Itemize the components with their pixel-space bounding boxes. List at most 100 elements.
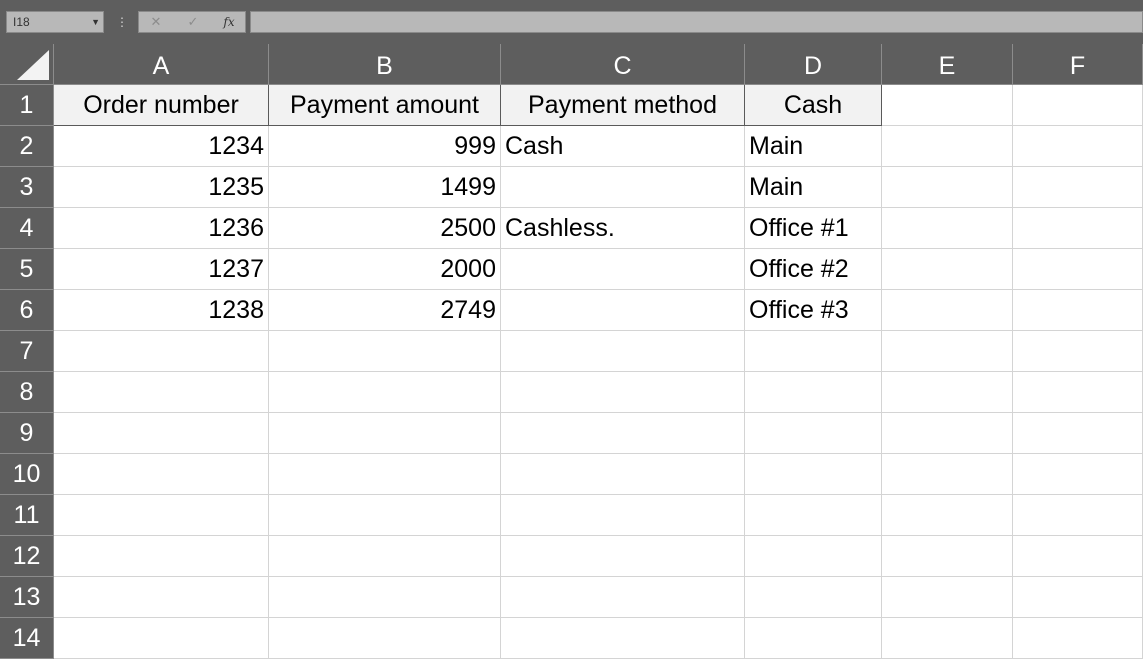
cell-e1[interactable] — [882, 85, 1013, 126]
cell-a12[interactable] — [54, 536, 269, 577]
cell-b12[interactable] — [269, 536, 501, 577]
cell-b8[interactable] — [269, 372, 501, 413]
row-header-7[interactable]: 7 — [0, 331, 54, 372]
cell-e7[interactable] — [882, 331, 1013, 372]
column-header-d[interactable]: D — [745, 44, 882, 85]
cell-b4[interactable]: 2500 — [269, 208, 501, 249]
cell-d10[interactable] — [745, 454, 882, 495]
cell-b7[interactable] — [269, 331, 501, 372]
row-header-9[interactable]: 9 — [0, 413, 54, 454]
cell-d5[interactable]: Office #2 — [745, 249, 882, 290]
cell-f2[interactable] — [1013, 126, 1143, 167]
cell-a8[interactable] — [54, 372, 269, 413]
cell-e9[interactable] — [882, 413, 1013, 454]
cell-d1[interactable]: Cash — [745, 85, 882, 126]
cell-d9[interactable] — [745, 413, 882, 454]
cell-c10[interactable] — [501, 454, 745, 495]
cell-c5[interactable] — [501, 249, 745, 290]
cell-d12[interactable] — [745, 536, 882, 577]
cell-c9[interactable] — [501, 413, 745, 454]
cell-a11[interactable] — [54, 495, 269, 536]
cell-c6[interactable] — [501, 290, 745, 331]
insert-function-icon[interactable]: fx — [218, 12, 240, 32]
row-header-1[interactable]: 1 — [0, 85, 54, 126]
cell-f12[interactable] — [1013, 536, 1143, 577]
cell-e5[interactable] — [882, 249, 1013, 290]
row-header-10[interactable]: 10 — [0, 454, 54, 495]
cell-b6[interactable]: 2749 — [269, 290, 501, 331]
row-header-6[interactable]: 6 — [0, 290, 54, 331]
cell-e13[interactable] — [882, 577, 1013, 618]
cell-c12[interactable] — [501, 536, 745, 577]
row-header-2[interactable]: 2 — [0, 126, 54, 167]
column-header-b[interactable]: B — [269, 44, 501, 85]
chevron-down-icon[interactable]: ▼ — [91, 12, 100, 32]
cell-a14[interactable] — [54, 618, 269, 659]
row-header-5[interactable]: 5 — [0, 249, 54, 290]
cell-f7[interactable] — [1013, 331, 1143, 372]
cell-d13[interactable] — [745, 577, 882, 618]
cell-a2[interactable]: 1234 — [54, 126, 269, 167]
cell-a3[interactable]: 1235 — [54, 167, 269, 208]
enter-icon[interactable]: ✓ — [182, 12, 204, 32]
cell-a7[interactable] — [54, 331, 269, 372]
cell-b5[interactable]: 2000 — [269, 249, 501, 290]
drag-handle-icon[interactable]: ⋮ — [116, 13, 128, 31]
cell-e3[interactable] — [882, 167, 1013, 208]
cell-d2[interactable]: Main — [745, 126, 882, 167]
column-header-c[interactable]: C — [501, 44, 745, 85]
cell-f9[interactable] — [1013, 413, 1143, 454]
cell-d4[interactable]: Office #1 — [745, 208, 882, 249]
cell-b11[interactable] — [269, 495, 501, 536]
cell-e4[interactable] — [882, 208, 1013, 249]
row-header-4[interactable]: 4 — [0, 208, 54, 249]
cell-b13[interactable] — [269, 577, 501, 618]
cell-c11[interactable] — [501, 495, 745, 536]
cell-f11[interactable] — [1013, 495, 1143, 536]
cell-d3[interactable]: Main — [745, 167, 882, 208]
row-header-11[interactable]: 11 — [0, 495, 54, 536]
cell-c8[interactable] — [501, 372, 745, 413]
cell-a1[interactable]: Order number — [54, 85, 269, 126]
cell-d6[interactable]: Office #3 — [745, 290, 882, 331]
cell-e8[interactable] — [882, 372, 1013, 413]
cell-c13[interactable] — [501, 577, 745, 618]
cell-d7[interactable] — [745, 331, 882, 372]
cell-a4[interactable]: 1236 — [54, 208, 269, 249]
cell-f10[interactable] — [1013, 454, 1143, 495]
cell-a6[interactable]: 1238 — [54, 290, 269, 331]
cell-f5[interactable] — [1013, 249, 1143, 290]
cell-e12[interactable] — [882, 536, 1013, 577]
cell-a9[interactable] — [54, 413, 269, 454]
cell-f3[interactable] — [1013, 167, 1143, 208]
row-header-8[interactable]: 8 — [0, 372, 54, 413]
cell-a13[interactable] — [54, 577, 269, 618]
cell-f4[interactable] — [1013, 208, 1143, 249]
row-header-12[interactable]: 12 — [0, 536, 54, 577]
cell-c3[interactable] — [501, 167, 745, 208]
cell-d14[interactable] — [745, 618, 882, 659]
cell-f8[interactable] — [1013, 372, 1143, 413]
cell-f1[interactable] — [1013, 85, 1143, 126]
cell-e2[interactable] — [882, 126, 1013, 167]
cell-b3[interactable]: 1499 — [269, 167, 501, 208]
row-header-13[interactable]: 13 — [0, 577, 54, 618]
cell-b14[interactable] — [269, 618, 501, 659]
cell-e11[interactable] — [882, 495, 1013, 536]
cell-c4[interactable]: Cashless. — [501, 208, 745, 249]
cell-b2[interactable]: 999 — [269, 126, 501, 167]
cell-a10[interactable] — [54, 454, 269, 495]
cell-b1[interactable]: Payment amount — [269, 85, 501, 126]
name-box[interactable]: I18 ▼ — [6, 11, 104, 33]
cell-c1[interactable]: Payment method — [501, 85, 745, 126]
cell-c2[interactable]: Cash — [501, 126, 745, 167]
cell-e10[interactable] — [882, 454, 1013, 495]
cell-d8[interactable] — [745, 372, 882, 413]
cancel-icon[interactable]: ✕ — [145, 12, 167, 32]
cell-f14[interactable] — [1013, 618, 1143, 659]
cell-b10[interactable] — [269, 454, 501, 495]
select-all-button[interactable] — [0, 44, 54, 85]
row-header-3[interactable]: 3 — [0, 167, 54, 208]
cell-f6[interactable] — [1013, 290, 1143, 331]
cell-c7[interactable] — [501, 331, 745, 372]
